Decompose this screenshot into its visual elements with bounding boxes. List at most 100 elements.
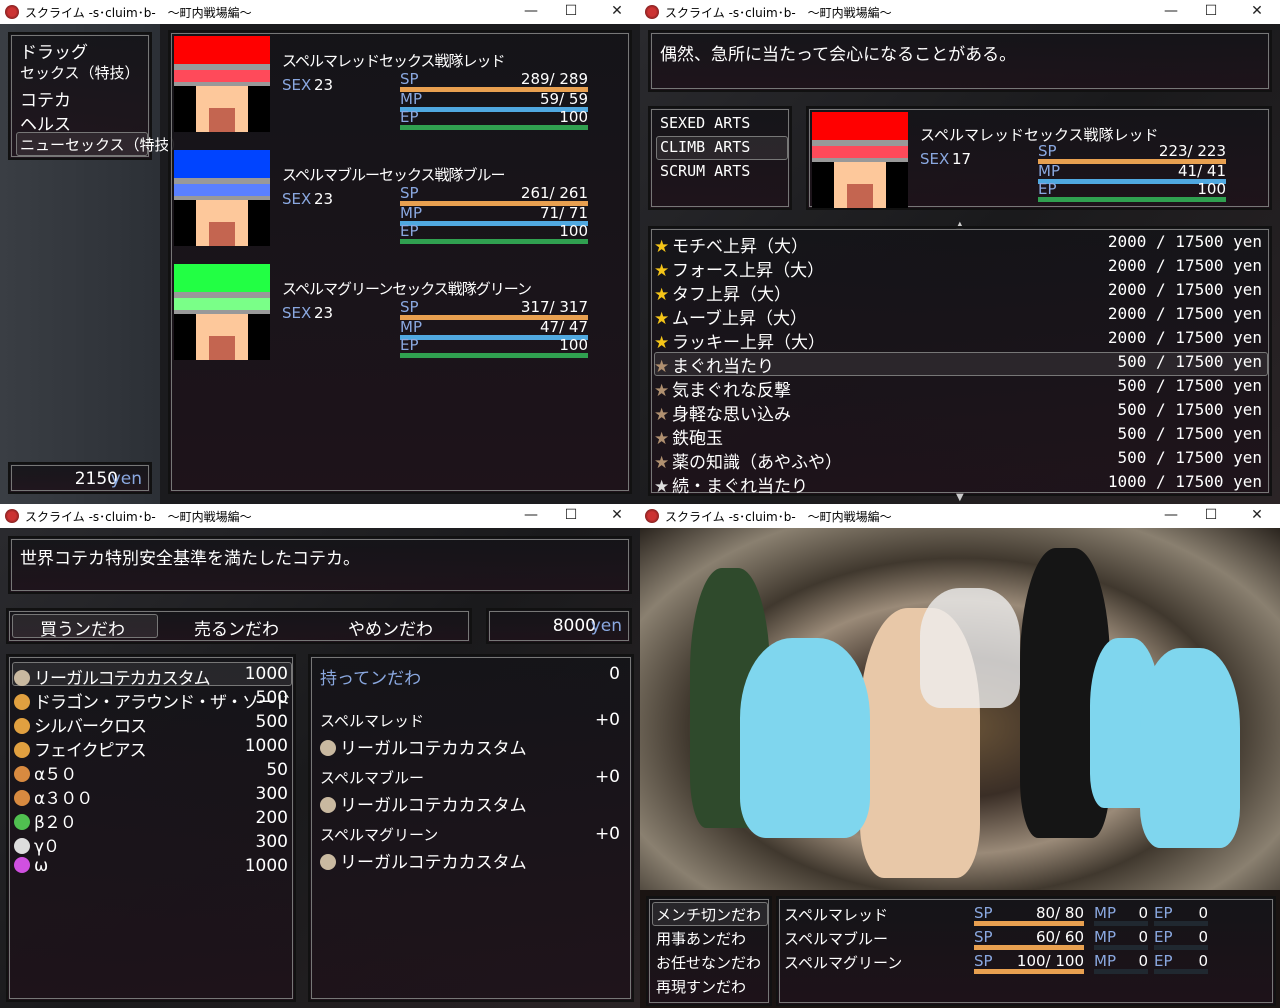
item-price: 200 [255,808,288,828]
skill-cost: 500 / 17500 yen [1117,424,1263,443]
level-value: 23 [314,190,334,208]
window-title: スクライム -s･cluim･b- ～町内戦場編～ [665,509,892,524]
star-icon: ★ [654,405,670,425]
shop-item-row[interactable]: シルバークロス 500 [8,712,294,737]
skill-list-window: ★ モチベ上昇（大） 2000 / 17500 yen ★ フォース上昇（大） 2000 … [648,226,1272,497]
menu-item[interactable]: コテカ [20,86,71,111]
skill-name: 気まぐれな反撃 [672,381,791,401]
category-item[interactable]: SCRUM ARTS [660,162,750,180]
skill-row[interactable]: ★ フォース上昇（大） 2000 / 17500 yen [650,256,1270,281]
close-button[interactable]: ✕ [1234,0,1280,24]
shop-item-row[interactable]: β２０ 200 [8,808,294,833]
item-price: 500 [255,712,288,732]
param-change: +0 [594,824,620,844]
skill-name: ラッキー上昇（大） [672,333,825,353]
shop-item-row[interactable]: α５０ 50 [8,760,294,785]
skill-row[interactable]: ★ 身軽な思い込み 500 / 17500 yen [650,400,1270,425]
category-item[interactable]: SEXED ARTS [660,114,750,132]
skill-row[interactable]: ★ まぐれ当たり 500 / 17500 yen [650,352,1270,377]
skill-row[interactable]: ★ ムーブ上昇（大） 2000 / 17500 yen [650,304,1270,329]
maximize-button[interactable]: ☐ [1188,0,1234,24]
sp-gauge: SP 60/ 60 [974,928,1084,950]
item-price: 1000 [244,856,288,876]
menu-item[interactable]: ヘルス [20,110,71,135]
skill-cost: 2000 / 17500 yen [1107,328,1262,347]
skill-row[interactable]: ★ 鉄砲玉 500 / 17500 yen [650,424,1270,449]
item-name: α５０ [34,765,77,785]
scroll-down-arrow[interactable]: ▼ [956,492,964,503]
level-label: SEX [920,150,950,168]
shop-item-row[interactable]: ドラゴン・アラウンド・ザ・ソード 500 [8,688,294,713]
shop-status-window: 持ってンだわ 0 スペルマレッド +0 リーガルコテカカスタム スペルマブルー +0 リーガル… [308,654,634,1002]
window-titlebar: スクライム -s･cluim･b- ～町内戦場編～ — ☐ ✕ [0,504,640,528]
shop-item-row[interactable]: フェイクピアス 1000 [8,736,294,761]
level-label: SEX [282,76,312,94]
battle-status-window: スペルマレッド SP 80/ 80 MP 0 EP 0 スペルマブルー SP 60/ 60 MP… [776,896,1276,1006]
gauge-value: 0 [1138,952,1148,970]
bread-icon [14,790,30,806]
party-command[interactable]: 再現すンだわ [656,976,746,997]
item-name: α３００ [34,789,93,809]
shop-command[interactable]: 売るンだわ [194,615,279,640]
help-window: 偶然、急所に当たって会心になることがある。 [648,30,1272,92]
category-item[interactable]: CLIMB ARTS [660,138,750,156]
angel-wing [920,588,1020,708]
close-button[interactable]: ✕ [1234,504,1280,528]
close-button[interactable]: ✕ [594,0,640,24]
level-value: 17 [952,150,972,168]
level-value: 23 [314,304,334,322]
ep-gauge: EP 0 [1154,952,1208,974]
gauge-label: EP [1038,180,1057,198]
skill-row[interactable]: ★ モチベ上昇（大） 2000 / 17500 yen [650,232,1270,257]
skill-category-window: SEXED ARTS CLIMB ARTS SCRUM ARTS [648,106,792,210]
shop-command[interactable]: やめンだわ [348,615,433,640]
horn-icon [320,740,336,756]
close-button[interactable]: ✕ [594,504,640,528]
level-value: 23 [314,76,334,94]
menu-item[interactable]: セックス（特技） [20,62,140,83]
shop-item-row[interactable]: α３００ 300 [8,784,294,809]
menu-item[interactable]: ドラッグ [20,38,88,63]
shop-item-row[interactable]: リーガルコテカカスタム 1000 [8,664,294,689]
enemy-bald-man[interactable] [740,638,870,838]
skill-row[interactable]: ★ 気まぐれな反撃 500 / 17500 yen [650,376,1270,401]
shop-command[interactable]: 買うンだわ [40,615,125,640]
maximize-button[interactable]: ☐ [548,0,594,24]
actor-window: スペルマレッドセックス戦隊レッド SEX 17 SP 223/ 223 MP 41/ 4… [806,106,1272,210]
gauge-value: 100 [1197,180,1226,198]
enemy-bald-man[interactable] [1140,648,1240,848]
ring-icon [14,742,30,758]
skill-cost: 500 / 17500 yen [1117,448,1263,467]
gauge-value: 41/ 41 [1178,162,1226,180]
skill-row[interactable]: ★ タフ上昇（大） 2000 / 17500 yen [650,280,1270,305]
skill-row[interactable]: ★ 薬の知識（あやふや） 500 / 17500 yen [650,448,1270,473]
gauge-label: EP [400,222,419,240]
sp-gauge: SP 223/ 223 [1038,142,1226,164]
maximize-button[interactable]: ☐ [548,504,594,528]
gauge-label: SP [974,904,993,922]
item-name: β２０ [34,813,77,833]
menu-item[interactable]: ニューセックス（特技） [20,134,185,155]
gauge-label: SP [1038,142,1057,160]
gold-window: 2150 yen [8,462,152,494]
shop-item-row[interactable]: γ０ 300 [8,832,294,857]
actor-name: スペルマレッドセックス戦隊レッド [282,52,506,70]
battle-scene [640,528,1280,890]
maximize-button[interactable]: ☐ [1188,504,1234,528]
star-icon: ★ [654,309,670,329]
ep-gauge: EP 0 [1154,928,1208,950]
actor-name: スペルマレッド [320,712,424,730]
window-titlebar: スクライム -s･cluim･b- ～町内戦場編～ — ☐ ✕ [640,504,1280,528]
actor-face [812,112,908,208]
window-party-menu: スクライム -s･cluim･b- ～町内戦場編～ — ☐ ✕ ドラッグ セックス… [0,0,640,504]
gauge-label: EP [1154,952,1173,970]
party-command[interactable]: 用事あンだわ [656,928,746,949]
param-change: +0 [594,710,620,730]
shop-item-row[interactable]: ω 1000 [8,856,294,880]
party-command[interactable]: お任せなンだわ [656,952,761,973]
potion-icon [14,857,30,873]
skill-name: 続・まぐれ当たり [672,477,808,497]
party-command[interactable]: メンチ切ンだわ [656,904,761,925]
skill-row[interactable]: ★ ラッキー上昇（大） 2000 / 17500 yen [650,328,1270,353]
window-battle: スクライム -s･cluim･b- ～町内戦場編～ — ☐ ✕ メンチ切ンだわ用… [640,504,1280,1008]
